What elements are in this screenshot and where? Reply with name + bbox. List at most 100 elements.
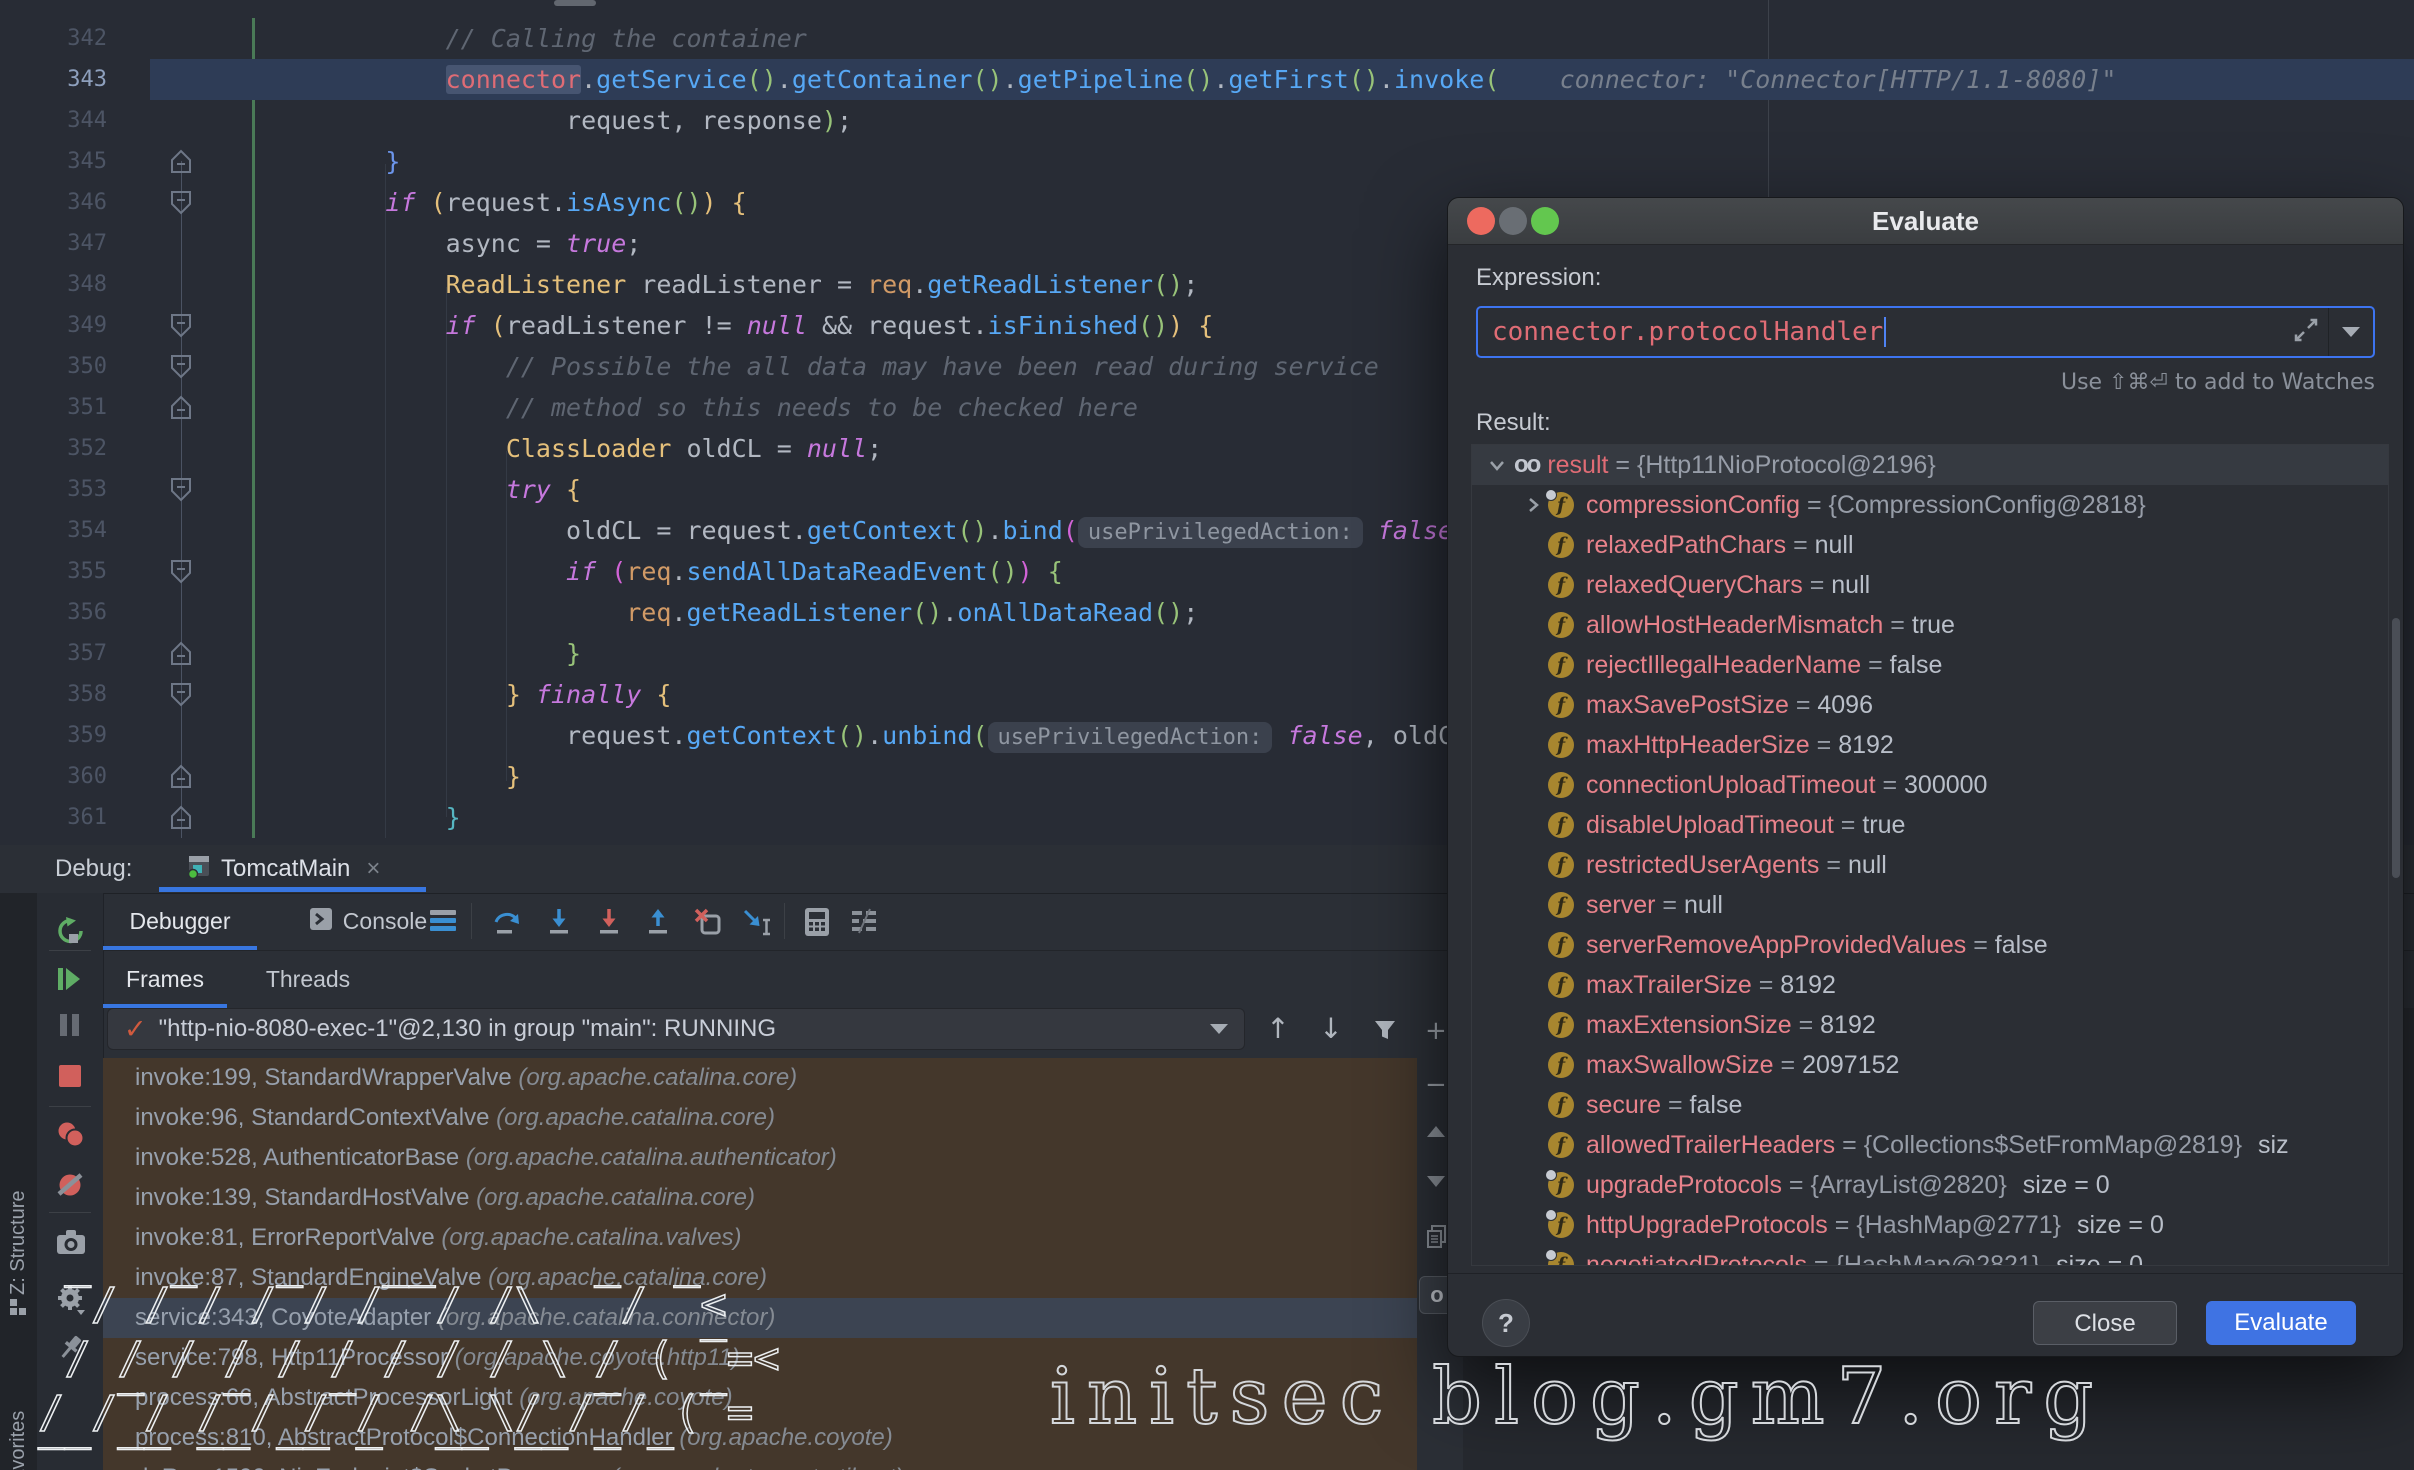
thread-dump-icon[interactable] [55,1228,85,1258]
pause-icon[interactable] [57,1012,87,1042]
help-button[interactable]: ? [1482,1299,1530,1347]
stripe-item-structure[interactable]: Z: Structure [7,1191,30,1295]
expression-history-dropdown[interactable] [2328,308,2373,356]
result-field-row[interactable]: frelaxedQueryChars = null [1472,565,2388,605]
line-number[interactable]: 345 [0,141,107,182]
rerun-icon[interactable] [55,915,85,945]
line-number[interactable]: 358 [0,674,107,715]
scroll-down-icon[interactable] [1427,1176,1445,1187]
step-out-icon[interactable] [643,907,673,937]
add-icon[interactable]: + [1425,1016,1447,1046]
session-tab-tomcatmain[interactable]: TomcatMain × [159,845,426,892]
copy-stack-icon[interactable] [1425,1224,1449,1255]
line-number[interactable]: 346 [0,182,107,223]
line-number[interactable]: 351 [0,387,107,428]
line-number[interactable]: 355 [0,551,107,592]
result-field-row[interactable]: fallowedTrailerHeaders = {Collections$Se… [1472,1125,2388,1165]
frame-row[interactable]: invoke:528, AuthenticatorBase (org.apach… [103,1138,1417,1178]
thread-selector[interactable]: ✓ "http-nio-8080-exec-1"@2,130 in group … [107,1008,1245,1050]
run-to-cursor-icon[interactable] [742,907,772,937]
stripe-item-favorites[interactable]: Favorites [7,1411,30,1470]
line-number[interactable]: 361 [0,797,107,838]
result-field-row[interactable]: fnegotiatedProtocols = {HashMap@2821}siz… [1472,1245,2388,1266]
layout-menu-icon[interactable] [428,907,458,937]
result-field-row[interactable]: fmaxSavePostSize = 4096 [1472,685,2388,725]
frame-row[interactable]: invoke:139, StandardHostValve (org.apach… [103,1178,1417,1218]
result-field-row[interactable]: fcompressionConfig = {CompressionConfig@… [1472,485,2388,525]
resume-icon[interactable] [55,965,85,995]
result-field-row[interactable]: fmaxExtensionSize = 8192 [1472,1005,2388,1045]
line-number[interactable]: 349 [0,305,107,346]
chevron-down-icon[interactable] [1482,453,1512,477]
evaluate-button[interactable]: Evaluate [2206,1301,2356,1345]
mute-breakpoints-icon[interactable] [55,1170,85,1200]
tab-debugger[interactable]: Debugger [103,893,257,950]
previous-frame-icon[interactable]: ↑ [1263,1012,1293,1046]
line-number[interactable]: 353 [0,469,107,510]
line-number[interactable]: 359 [0,715,107,756]
fold-marker-icon[interactable] [170,641,192,672]
line-number[interactable]: 357 [0,633,107,674]
stop-icon[interactable] [57,1063,87,1093]
fold-marker-icon[interactable] [170,764,192,795]
tab-console[interactable]: Console [288,893,448,950]
chevron-down-icon[interactable] [1210,1024,1228,1034]
fold-marker-icon[interactable] [170,190,192,221]
line-number[interactable]: 360 [0,756,107,797]
force-step-into-icon[interactable] [594,907,624,937]
line-number[interactable]: 348 [0,264,107,305]
line-number[interactable]: 342 [0,18,107,59]
expression-input[interactable]: connector.protocolHandler [1476,306,2375,358]
result-field-row[interactable]: fmaxSwallowSize = 2097152 [1472,1045,2388,1085]
close-button[interactable]: Close [2033,1301,2177,1345]
chevron-right-icon[interactable] [1518,493,1548,517]
line-number[interactable]: 354 [0,510,107,551]
fold-marker-icon[interactable] [170,395,192,426]
step-into-icon[interactable] [544,907,574,937]
line-number[interactable]: 344 [0,100,107,141]
result-field-row[interactable]: fdisableUploadTimeout = true [1472,805,2388,845]
result-field-row[interactable]: fupgradeProtocols = {ArrayList@2820}size… [1472,1165,2388,1205]
tab-threads[interactable]: Threads [253,950,363,1008]
fold-marker-icon[interactable] [170,313,192,344]
scroll-up-icon[interactable] [1427,1126,1445,1137]
line-number[interactable]: 352 [0,428,107,469]
result-field-row[interactable]: fserverRemoveAppProvidedValues = false [1472,925,2388,965]
fold-marker-icon[interactable] [170,354,192,385]
fold-marker-icon[interactable] [170,149,192,180]
frame-row[interactable]: invoke:199, StandardWrapperValve (org.ap… [103,1058,1417,1098]
result-root-row[interactable]: ooresult = {Http11NioProtocol@2196} [1472,445,2388,485]
evaluate-expression-icon[interactable] [803,907,833,937]
result-field-row[interactable]: fconnectionUploadTimeout = 300000 [1472,765,2388,805]
fold-marker-icon[interactable] [170,559,192,590]
code-line-343[interactable]: 343 connector.getService().getContainer(… [0,59,2414,100]
close-icon[interactable]: × [366,855,380,883]
result-field-row[interactable]: frestrictedUserAgents = null [1472,845,2388,885]
view-breakpoints-icon[interactable] [55,1120,85,1150]
code-line-342[interactable]: 342 // Calling the container [0,18,2414,59]
remove-icon[interactable]: − [1425,1070,1447,1100]
dialog-titlebar[interactable]: Evaluate [1448,198,2403,245]
result-field-row[interactable]: fallowHostHeaderMismatch = true [1472,605,2388,645]
result-field-row[interactable]: fmaxHttpHeaderSize = 8192 [1472,725,2388,765]
fold-marker-icon[interactable] [170,682,192,713]
line-number[interactable]: 343 [0,59,107,100]
frame-row[interactable]: invoke:96, StandardContextValve (org.apa… [103,1098,1417,1138]
tab-frames[interactable]: Frames [103,950,227,1008]
result-field-row[interactable]: frelaxedPathChars = null [1472,525,2388,565]
line-number[interactable]: 356 [0,592,107,633]
code-line-344[interactable]: 344 request, response); [0,100,2414,141]
tree-scrollbar[interactable] [2392,618,2400,878]
layout-settings-icon[interactable] [849,907,879,937]
result-field-row[interactable]: fhttpUpgradeProtocols = {HashMap@2771}si… [1472,1205,2388,1245]
next-frame-icon[interactable]: ↓ [1316,1012,1346,1046]
result-field-row[interactable]: frejectIllegalHeaderName = false [1472,645,2388,685]
fold-marker-icon[interactable] [170,477,192,508]
expand-editor-icon[interactable] [2284,317,2328,348]
step-over-icon[interactable] [492,907,522,937]
code-line-345[interactable]: 345 } [0,141,2414,182]
line-number[interactable]: 347 [0,223,107,264]
result-field-row[interactable]: fmaxTrailerSize = 8192 [1472,965,2388,1005]
fold-marker-icon[interactable] [170,805,192,836]
filter-icon[interactable] [1371,1016,1401,1046]
